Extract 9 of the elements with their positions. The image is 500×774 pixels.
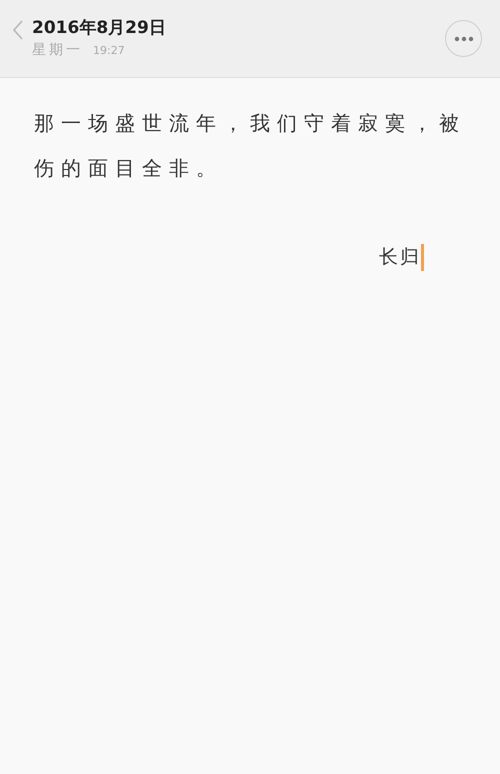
note-time: 19:27 xyxy=(93,43,125,59)
more-icon xyxy=(454,36,474,42)
note-signature: 长归 xyxy=(379,245,421,270)
note-body: 那一场盛世流年，我们守着寂寞，被伤的面目全非。 xyxy=(34,110,467,182)
note-weekday: 星期一 xyxy=(32,41,83,60)
more-button[interactable] xyxy=(445,20,482,57)
text-cursor xyxy=(421,244,424,271)
note-date: 2016年8月29日 xyxy=(32,17,166,40)
back-icon xyxy=(13,20,23,40)
